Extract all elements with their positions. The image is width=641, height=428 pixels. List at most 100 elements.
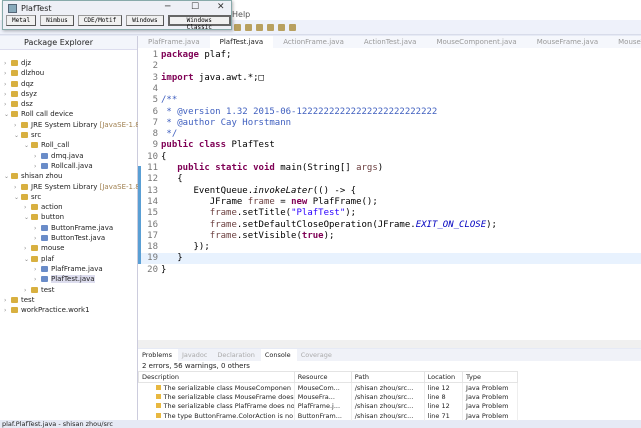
project-tree: › djz › dlzhou › dqz › dsyz › dsz ⌄ Roll call devic… [0, 58, 142, 315]
folder-icon [11, 101, 18, 108]
problems-summary: 2 errors, 56 warnings, 0 others [142, 362, 250, 370]
minimize-button[interactable]: ─ [165, 2, 170, 12]
metal-button[interactable]: Metal [6, 15, 37, 26]
code-line: package plaf; [161, 50, 232, 60]
folder-icon [21, 193, 28, 200]
column-header[interactable]: Resource [293, 371, 352, 383]
tree-node[interactable]: › JRE System Library [JavaSE-1.8] [0, 120, 142, 130]
tree-node[interactable]: › PlafFrame.java [0, 264, 138, 274]
tree-node-label: djz [21, 59, 32, 67]
toolbar-icon[interactable] [256, 24, 263, 31]
editor-tab[interactable]: ActionTest.java [354, 36, 427, 48]
line-number: 18 [147, 242, 158, 253]
code-line: }); [161, 242, 210, 253]
chevron-right-icon[interactable]: › [4, 306, 11, 316]
java-file-icon [41, 265, 48, 272]
folder-icon [21, 132, 28, 139]
forward-icon[interactable] [289, 24, 296, 31]
cell-text: Java Problem [466, 402, 509, 411]
cell-text: /shisan zhou/src... [354, 411, 414, 420]
tree-node-label: Roll call device [21, 110, 74, 119]
toolbar-icon[interactable] [245, 24, 252, 31]
tree-node[interactable]: › test [0, 295, 138, 305]
tree-node-label: dmq.java [51, 151, 84, 160]
windows-button[interactable]: Windows [126, 15, 164, 26]
bottom-tab[interactable]: Declaration [213, 349, 260, 361]
column-header[interactable]: Type [462, 371, 518, 383]
tree-node[interactable]: ⌄ Roll call device [0, 109, 138, 119]
editor-tab[interactable]: MouseFrame.java [527, 36, 608, 48]
tree-node-label: button [41, 213, 65, 222]
close-button[interactable]: ✕ [217, 2, 225, 12]
folder-icon [11, 307, 18, 314]
editor-tab[interactable]: MouseTest.java [608, 36, 641, 48]
tree-node[interactable]: ⌄ shisan zhou [0, 171, 138, 181]
tree-node-label: dlzhou [21, 69, 45, 78]
maximize-button[interactable]: ☐ [191, 2, 199, 12]
warning-icon [155, 384, 161, 390]
folder-icon [11, 173, 18, 180]
tree-node[interactable]: › dlzhou [0, 68, 138, 78]
tree-node-label: dqz [21, 79, 34, 88]
folder-icon [11, 296, 18, 303]
tree-node[interactable]: › ButtonFrame.java [0, 223, 138, 233]
table-cell: MouseCom... [294, 382, 352, 392]
tree-node[interactable]: › dsyz [0, 89, 138, 99]
windows-classic-button[interactable]: Windows Classic [167, 15, 231, 31]
tree-node[interactable]: › PlafTest.java [0, 274, 138, 284]
menu-help[interactable]: Help [232, 10, 250, 19]
bottom-tab[interactable]: Javadoc [178, 349, 213, 361]
table-cell: line 12 [424, 382, 464, 392]
tree-node[interactable]: › ButtonTest.java [0, 233, 138, 243]
table-cell: The serializable class PlafFrame does no [138, 401, 295, 411]
code-line: */ [161, 129, 178, 140]
back-icon[interactable] [278, 24, 285, 31]
column-header[interactable]: Description [138, 371, 295, 383]
toolbar-icon[interactable] [267, 24, 274, 31]
tree-node-label: action [41, 203, 63, 212]
table-row[interactable]: The serializable class MouseComponen Mous… [138, 382, 518, 392]
bottom-tab[interactable]: Coverage [297, 349, 338, 361]
tree-node[interactable]: ⌄ Roll_call [0, 140, 138, 150]
cell-text: /shisan zhou/src... [354, 402, 414, 411]
table-row[interactable]: The serializable class MouseFrame does Mo… [138, 392, 518, 402]
tree-node-label: src [31, 192, 42, 201]
editor-tab[interactable]: PlafTest.java [209, 36, 274, 48]
cell-text: The type ButtonFrame.ColorAction is no [163, 411, 294, 420]
tree-node[interactable]: ⌄ src [0, 192, 138, 202]
tree-node[interactable]: › action [0, 202, 138, 212]
tree-node[interactable]: › mouse [0, 243, 138, 253]
bottom-tab[interactable]: Problems [138, 349, 178, 361]
cell-text: The serializable class MouseFrame does [163, 392, 294, 401]
tree-node[interactable]: › JRE System Library [JavaSE-1.8] [0, 182, 142, 192]
tree-node[interactable]: › Rollcall.java [0, 161, 138, 171]
cde-motif-button[interactable]: CDE/Motif [77, 15, 123, 26]
tree-node[interactable]: › dmq.java [0, 151, 138, 161]
table-row[interactable]: The serializable class PlafFrame does no… [138, 401, 518, 411]
column-header[interactable]: Path [350, 371, 425, 383]
tree-node[interactable]: › djz [0, 58, 138, 68]
java-file-icon [41, 276, 48, 283]
tree-node[interactable]: ⌄ plaf [0, 254, 138, 264]
toolbar-icon[interactable] [234, 24, 241, 31]
nimbus-button[interactable]: Nimbus [40, 15, 74, 26]
tree-node[interactable]: › dqz [0, 79, 138, 89]
tree-node-label: mouse [41, 244, 65, 253]
bottom-tab[interactable]: Console [260, 349, 297, 361]
tree-node[interactable]: ⌄ src [0, 130, 138, 140]
cell-text: line 8 [427, 392, 446, 401]
editor-tab[interactable]: PlafFrame.java [138, 36, 210, 48]
tree-node[interactable]: › workPractice.work1 [0, 305, 138, 315]
code-line: public static void main(String[] args) [177, 163, 384, 173]
code-line: public class PlafTest [161, 140, 275, 151]
horizontal-scrollbar[interactable] [138, 340, 641, 348]
line-number: 17 [147, 230, 158, 241]
column-header[interactable]: Location [423, 371, 464, 383]
editor-tab[interactable]: MouseComponent.java [426, 36, 526, 48]
tree-node[interactable]: › test [0, 285, 138, 295]
code-line: frame.setVisible(true); [209, 230, 335, 241]
tree-node[interactable]: › dsz [0, 99, 138, 109]
editor-tab[interactable]: ActionFrame.java [273, 36, 354, 48]
folder-icon [11, 70, 18, 77]
tree-node[interactable]: ⌄ button [0, 212, 138, 222]
